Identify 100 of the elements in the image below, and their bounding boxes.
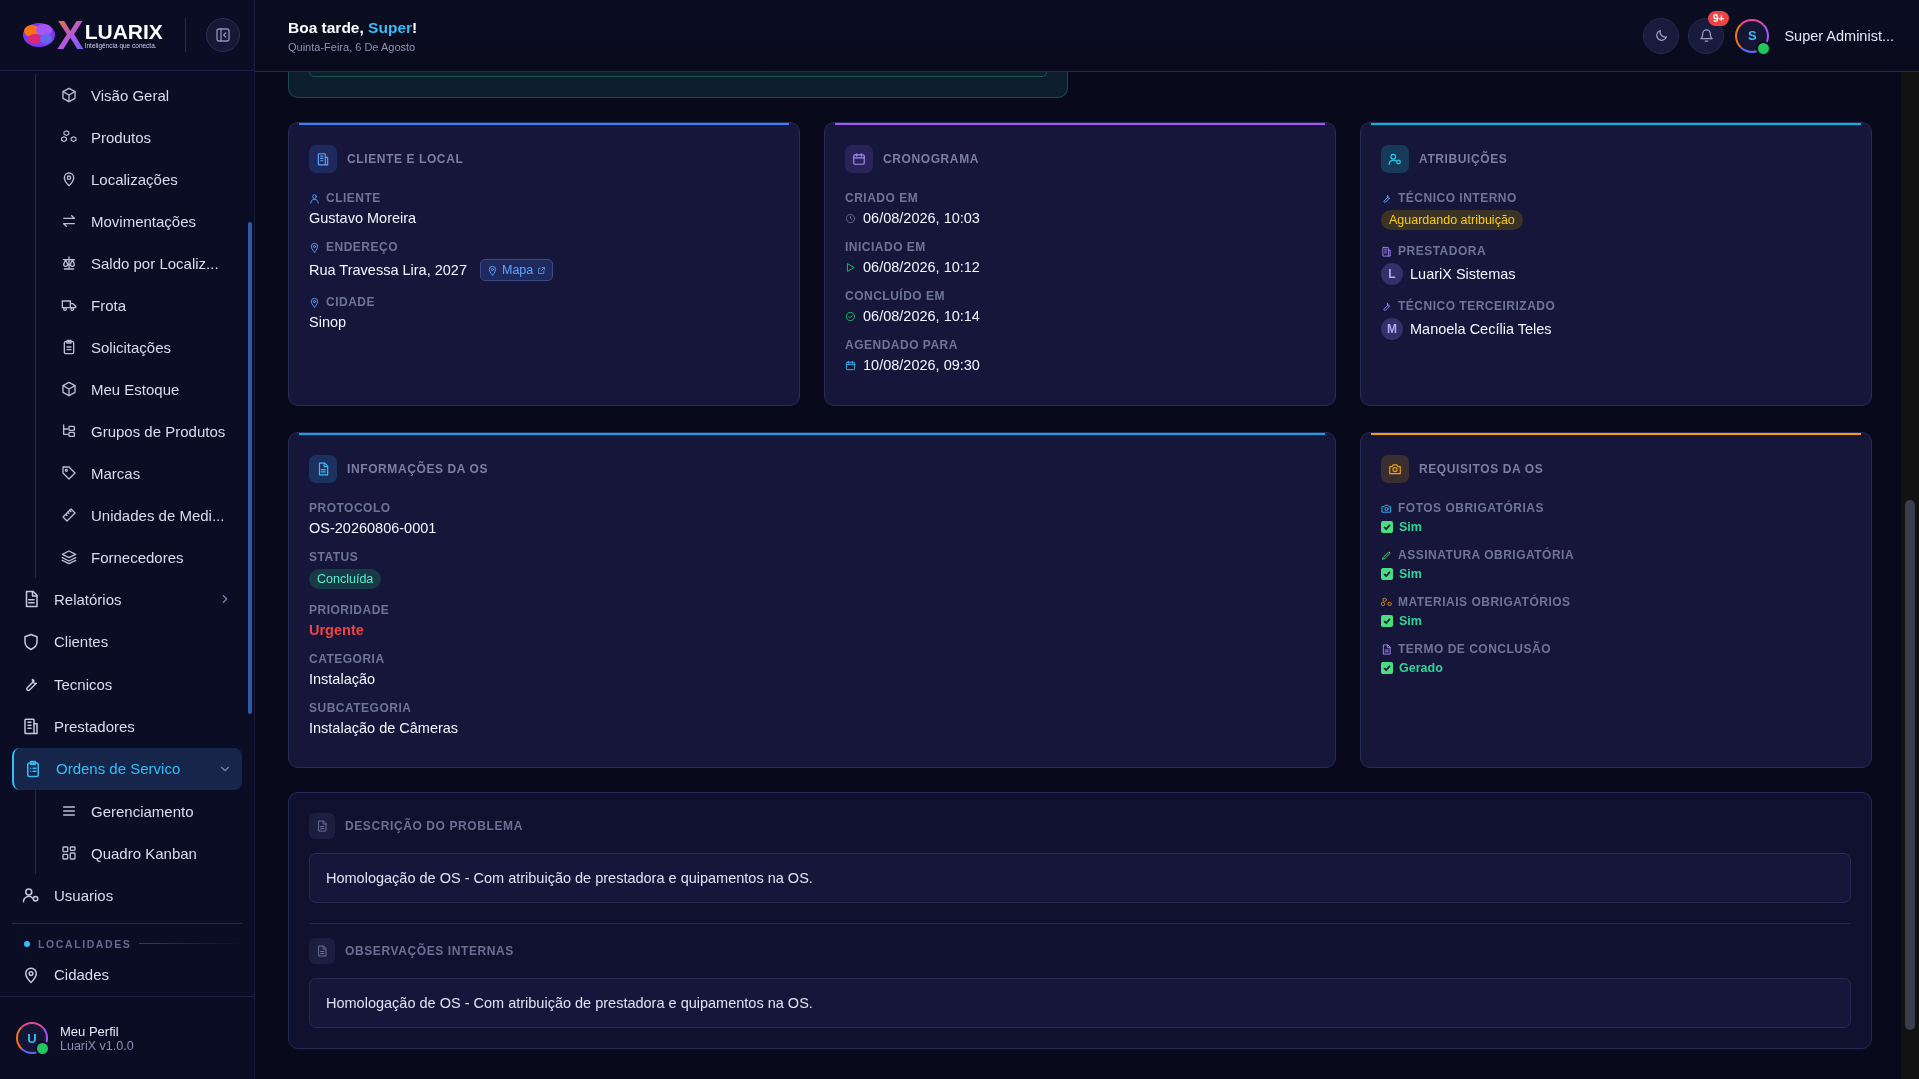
nav-subitem[interactable]: Produtos: [49, 116, 242, 158]
clipboard-icon: [61, 339, 77, 355]
play-icon: [845, 261, 856, 273]
nav-subitem[interactable]: Meu Estoque: [49, 368, 242, 410]
field-label: ASSINATURA OBRIGATÓRIA: [1398, 548, 1575, 562]
requirement-value: Gerado: [1399, 661, 1443, 675]
field-label: PRIORIDADE: [309, 603, 390, 617]
building-icon: [1381, 245, 1392, 257]
location-pin-icon: [61, 171, 77, 187]
nav-item[interactable]: Prestadores: [12, 705, 242, 748]
field-value: Gustavo Moreira: [309, 210, 417, 226]
field-label: TÉCNICO TERCEIRIZADO: [1398, 299, 1556, 313]
grid-icon: [61, 845, 77, 862]
profile-name[interactable]: Meu Perfil: [60, 1023, 134, 1039]
notification-count: 9+: [1708, 10, 1730, 26]
date-value: 06/08/2026, 10:12: [863, 259, 980, 275]
person-name: Manoela Cecília Teles: [1410, 321, 1552, 337]
nav-subitem[interactable]: Solicitações: [49, 326, 242, 368]
card-title: INFORMAÇÕES DA OS: [347, 462, 489, 476]
nav-subitem[interactable]: Grupos de Produtos: [49, 410, 242, 452]
nav-subitem[interactable]: Fornecedores: [49, 536, 242, 578]
nav-item[interactable]: Relatórios: [12, 578, 242, 621]
nav-item[interactable]: Ordens de Servico: [12, 747, 242, 791]
nav-subitem[interactable]: Unidades de Medi...: [49, 494, 242, 536]
clipboard-list-icon: [24, 759, 42, 778]
person-icon: [309, 192, 320, 204]
location-pin-icon: [309, 241, 320, 253]
avatar: L: [1381, 263, 1403, 285]
profile-avatar[interactable]: U: [16, 1022, 48, 1054]
bell-icon: [1698, 28, 1714, 43]
nav-subitem[interactable]: Localizações: [49, 158, 242, 200]
card-title: CRONOGRAMA: [883, 152, 979, 166]
sidebar-toggle-icon: [215, 27, 231, 43]
card-title: REQUISITOS DA OS: [1419, 462, 1544, 476]
wrench-icon: [1381, 192, 1392, 204]
swap-arrows-icon: [61, 213, 77, 229]
field-label: CIDADE: [326, 295, 375, 309]
calendar-icon: [852, 152, 866, 166]
nav-subitem[interactable]: Frota: [49, 284, 242, 326]
section-title: OBSERVAÇÕES INTERNAS: [345, 944, 514, 958]
boxes-icon: [1381, 596, 1392, 608]
hierarchy-icon: [61, 423, 77, 439]
external-link-icon: [537, 265, 547, 275]
location-pin-icon: [309, 296, 320, 308]
nav-item[interactable]: Tecnicos: [12, 662, 242, 706]
field-value: OS-20260806-0001: [309, 520, 437, 536]
shield-icon: [22, 632, 40, 651]
nav-item[interactable]: Usuarios: [12, 874, 242, 917]
map-link[interactable]: Mapa: [480, 259, 554, 281]
location-pin-icon: [22, 965, 40, 984]
nav-subitem[interactable]: Movimentações: [49, 200, 242, 242]
user-gear-icon: [1388, 152, 1402, 166]
status-badge: Aguardando atribuição: [1381, 210, 1523, 230]
tag-icon: [61, 465, 77, 481]
check-circle-icon: [845, 310, 856, 322]
scrollbar[interactable]: [248, 222, 252, 714]
nav-subitem[interactable]: Saldo por Localiz...: [49, 242, 242, 284]
field-value: Sinop: [309, 314, 347, 330]
online-indicator: [1756, 40, 1772, 56]
field-label: PROTOCOLO: [309, 501, 391, 515]
user-name[interactable]: Super Administ...: [1784, 27, 1894, 44]
box-icon: [61, 381, 77, 397]
user-avatar[interactable]: S: [1735, 18, 1770, 53]
field-label: CRIADO EM: [845, 191, 919, 205]
camera-icon: [1388, 462, 1402, 476]
moon-icon: [1653, 28, 1669, 43]
location-pin-icon: [487, 264, 498, 276]
logo-name: LUARIX: [84, 21, 163, 42]
nav-subitem[interactable]: Gerenciamento: [49, 790, 242, 833]
status-badge: Concluída: [309, 569, 382, 589]
field-label: AGENDADO PARA: [845, 338, 958, 352]
brain-drawing: [22, 21, 56, 49]
requirement-value: Sim: [1399, 567, 1422, 581]
sidebar-toggle-button[interactable]: [206, 18, 240, 52]
requirement-value: Sim: [1399, 520, 1422, 534]
wrench-icon: [1381, 300, 1392, 312]
app-version: LuariX v1.0.0: [60, 1038, 134, 1053]
nav-subitem[interactable]: Marcas: [49, 452, 242, 494]
nav-item[interactable]: Clientes: [12, 620, 242, 663]
field-label: INICIADO EM: [845, 240, 926, 254]
nav-subitem[interactable]: Visão Geral: [49, 74, 242, 116]
scrollbar[interactable]: [1905, 500, 1915, 1030]
requirement-value: Sim: [1399, 614, 1422, 628]
nav-item[interactable]: Cidades: [12, 953, 242, 996]
field-label: PRESTADORA: [1398, 244, 1487, 258]
camera-icon: [1381, 502, 1392, 514]
box-icon: [61, 87, 77, 103]
clock-icon: [845, 212, 856, 224]
section-heading: LOCALIDADES: [38, 937, 132, 950]
ruler-icon: [61, 507, 77, 523]
avatar: M: [1381, 318, 1403, 340]
document-icon: [316, 820, 328, 832]
nav-subitem[interactable]: Quadro Kanban: [49, 832, 242, 875]
theme-toggle-button[interactable]: [1643, 17, 1680, 54]
boxes-icon: [61, 129, 77, 145]
field-label: SUBCATEGORIA: [309, 701, 412, 715]
document-icon: [316, 945, 328, 957]
scale-icon: [61, 255, 77, 271]
field-label: CLIENTE: [326, 191, 381, 205]
building-icon: [22, 717, 40, 736]
